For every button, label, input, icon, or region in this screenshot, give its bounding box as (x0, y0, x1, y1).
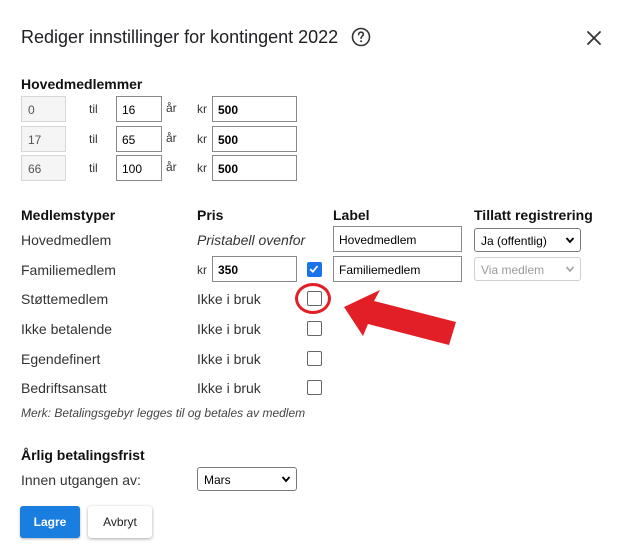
enable-checkbox[interactable] (307, 321, 322, 336)
currency-label: kr (197, 132, 207, 146)
col-header-type: Medlemstyper (21, 207, 116, 223)
til-label: til (89, 161, 98, 175)
unit-label: år (166, 101, 177, 115)
enable-checkbox[interactable] (307, 262, 322, 277)
cancel-button[interactable]: Avbryt (88, 506, 152, 538)
col-header-price: Pris (197, 207, 224, 223)
member-type-name: Familiemedlem (21, 262, 116, 278)
label-input[interactable]: Hovedmedlem (333, 226, 462, 252)
chevron-down-icon (565, 237, 575, 244)
chevron-down-icon (565, 266, 575, 273)
age-from-field: 66 (21, 155, 66, 181)
close-icon[interactable] (585, 29, 603, 47)
dialog-title: Rediger innstillinger for kontingent 202… (21, 27, 339, 47)
age-to-input[interactable]: 100 (116, 155, 162, 181)
deadline-label: Innen utgangen av: (21, 472, 141, 488)
currency-label: kr (197, 161, 207, 175)
col-header-registration: Tillatt registrering (474, 207, 593, 223)
registration-select[interactable]: Ja (offentlig) (474, 228, 581, 252)
deadline-heading: Årlig betalingsfrist (21, 447, 145, 463)
enable-checkbox[interactable] (307, 351, 322, 366)
member-type-name: Bedriftsansatt (21, 380, 107, 396)
currency-label: kr (197, 102, 207, 116)
label-input[interactable]: Familiemedlem (333, 256, 462, 282)
enable-checkbox[interactable] (307, 380, 322, 395)
deadline-month-select[interactable]: Mars (197, 467, 297, 491)
member-type-price: Ikke i bruk (197, 321, 261, 337)
annotation-arrow-icon (344, 290, 456, 345)
age-from-field: 0 (21, 96, 66, 122)
member-type-price: Ikke i bruk (197, 380, 261, 396)
help-circle-icon[interactable] (351, 27, 371, 47)
chevron-down-icon (281, 476, 291, 483)
price-input[interactable]: 500 (212, 155, 297, 181)
member-type-name: Hovedmedlem (21, 232, 112, 248)
member-type-price: Ikke i bruk (197, 291, 261, 307)
currency-label: kr (197, 263, 207, 277)
price-input[interactable]: 500 (212, 126, 297, 152)
registration-select: Via medlem (474, 257, 581, 281)
member-type-price: Ikke i bruk (197, 351, 261, 367)
price-input[interactable]: 500 (212, 96, 297, 122)
age-from-field: 17 (21, 126, 66, 152)
unit-label: år (166, 131, 177, 145)
main-members-heading: Hovedmedlemmer (21, 76, 143, 92)
registration-select-value: Via medlem (481, 263, 545, 277)
price-input[interactable]: 350 (212, 256, 297, 282)
age-to-input[interactable]: 65 (116, 126, 162, 152)
col-header-label: Label (333, 207, 370, 223)
member-type-price: Pristabell ovenfor (197, 232, 306, 248)
member-type-name: Egendefinert (21, 351, 101, 367)
til-label: til (89, 132, 98, 146)
annotation-highlight-circle (295, 283, 331, 314)
til-label: til (89, 102, 98, 116)
member-type-name: Ikke betalende (21, 321, 113, 337)
member-type-name: Støttemedlem (21, 291, 109, 307)
unit-label: år (166, 160, 177, 174)
registration-select-value: Ja (offentlig) (481, 234, 547, 248)
checkmark-icon (309, 265, 319, 273)
save-button[interactable]: Lagre (20, 506, 80, 538)
age-to-input[interactable]: 16 (116, 96, 162, 122)
deadline-month-value: Mars (204, 473, 231, 487)
fee-note: Merk: Betalingsgebyr legges til og betal… (21, 406, 306, 420)
